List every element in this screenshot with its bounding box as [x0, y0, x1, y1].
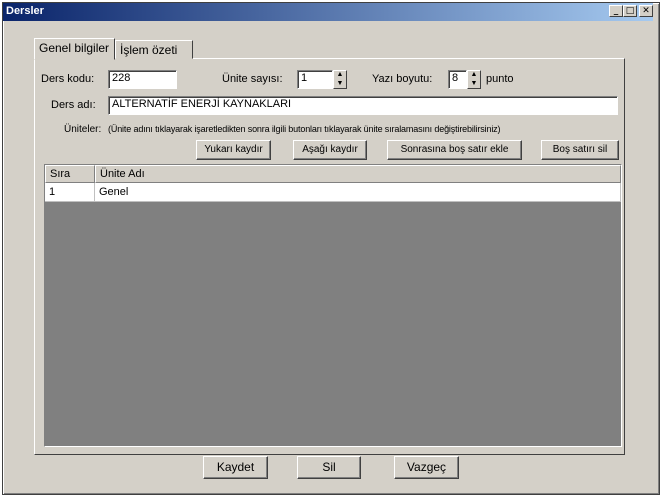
unite-sayisi-label: Ünite sayısı: — [222, 73, 283, 85]
spin-up-icon[interactable]: ▲ — [334, 71, 346, 80]
title-bar[interactable]: Dersler _ □ ✕ — [3, 3, 653, 21]
uniteler-hint: (Ünite adını tıklayarak işaretledikten s… — [108, 124, 501, 134]
spin-down-icon[interactable]: ▼ — [334, 80, 346, 89]
insert-blank-row-button[interactable]: Sonrasına boş satır ekle — [387, 140, 522, 160]
unite-sayisi-spinner[interactable]: ▲ ▼ — [333, 70, 347, 89]
yazi-boyutu-field[interactable]: 8 — [448, 70, 467, 89]
ders-adi-field[interactable]: ALTERNATİF ENERJİ KAYNAKLARI — [108, 96, 618, 115]
window-title: Dersler — [6, 5, 44, 17]
cell-unite-adi[interactable]: Genel — [95, 183, 621, 202]
maximize-button[interactable]: □ — [623, 5, 637, 17]
delete-blank-row-button[interactable]: Boş satırı sil — [541, 140, 619, 160]
cell-sira[interactable]: 1 — [45, 183, 95, 202]
move-up-button[interactable]: Yukarı kaydır — [196, 140, 271, 160]
grid-header: Sıra Ünite Adı — [45, 165, 621, 183]
save-button[interactable]: Kaydet — [203, 456, 268, 479]
ders-kodu-field[interactable]: 228 — [108, 70, 177, 89]
tab-label: Genel bilgiler — [39, 41, 110, 55]
table-row[interactable]: 1 Genel — [45, 183, 621, 202]
yazi-boyutu-label: Yazı boyutu: — [372, 73, 433, 85]
punto-label: punto — [486, 73, 514, 85]
spin-down-icon[interactable]: ▼ — [468, 80, 480, 89]
tab-genel-bilgiler[interactable]: Genel bilgiler — [34, 38, 115, 60]
column-header-unite-adi[interactable]: Ünite Adı — [95, 165, 621, 183]
spin-up-icon[interactable]: ▲ — [468, 71, 480, 80]
cancel-button[interactable]: Vazgeç — [394, 456, 459, 479]
uniteler-label: Üniteler: — [64, 124, 102, 135]
unite-sayisi-field[interactable]: 1 — [297, 70, 333, 89]
yazi-boyutu-spinner[interactable]: ▲ ▼ — [467, 70, 481, 89]
units-grid[interactable]: Sıra Ünite Adı 1 Genel — [44, 164, 622, 447]
delete-button[interactable]: Sil — [297, 456, 361, 479]
close-button[interactable]: ✕ — [639, 5, 653, 17]
ders-adi-label: Ders adı: — [51, 99, 96, 111]
ders-kodu-label: Ders kodu: — [41, 73, 95, 85]
tab-islem-ozeti[interactable]: İşlem özeti — [115, 40, 193, 59]
move-down-button[interactable]: Aşağı kaydır — [293, 140, 367, 160]
column-header-sira[interactable]: Sıra — [45, 165, 95, 183]
minimize-button[interactable]: _ — [609, 5, 623, 17]
tab-label: İşlem özeti — [120, 43, 178, 57]
